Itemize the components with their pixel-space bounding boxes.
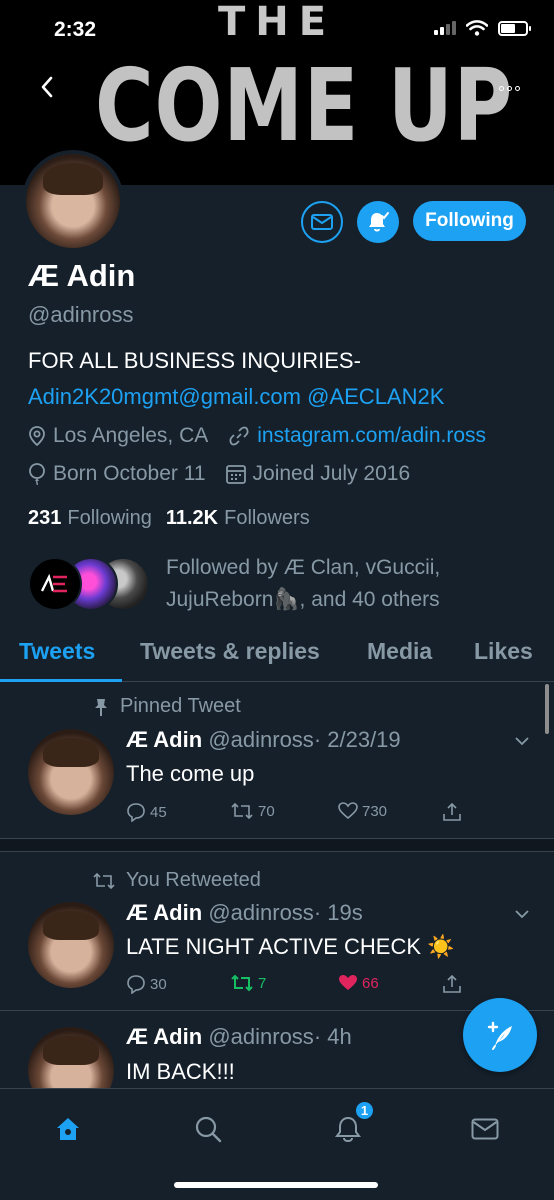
reply-button[interactable]: 45 xyxy=(126,802,167,822)
search-icon xyxy=(195,1116,222,1143)
banner-text-main: COME UP xyxy=(95,47,514,164)
back-arrow-icon xyxy=(41,76,53,98)
tweet-author-handle: @adinross xyxy=(208,1024,314,1049)
link-icon xyxy=(229,426,249,446)
reply-icon xyxy=(127,803,145,822)
share-button[interactable] xyxy=(442,802,462,822)
tweet-time: · 19s xyxy=(313,900,363,925)
cellular-signal-icon xyxy=(434,21,456,35)
message-button[interactable] xyxy=(301,201,343,243)
followed-by-text[interactable]: Followed by Æ Clan, vGuccii, JujuReborn🦍… xyxy=(166,552,536,616)
pin-icon xyxy=(95,698,107,716)
tweet-author-handle: @adinross xyxy=(208,900,314,925)
tweet-text: LATE NIGHT ACTIVE CHECK ☀️ xyxy=(126,934,455,959)
active-tab-indicator xyxy=(0,679,122,682)
tweet-avatar[interactable] xyxy=(28,902,114,988)
messages-icon xyxy=(471,1118,499,1140)
reply-button[interactable]: 30 xyxy=(126,974,167,994)
reply-icon xyxy=(127,975,145,994)
notification-badge: 1 xyxy=(354,1100,375,1121)
profile-location: Los Angeles, CA xyxy=(53,424,209,447)
following-count-link[interactable]: 231 Following xyxy=(28,507,152,530)
tweet-card[interactable]: Pinned Tweet Æ Adin @adinross· 2/23/19 T… xyxy=(0,683,554,838)
tweet-author-name: Æ Adin xyxy=(126,727,203,752)
tweet-avatar[interactable] xyxy=(28,729,114,815)
share-button[interactable] xyxy=(442,974,462,994)
tweet-text: IM BACK!!! xyxy=(126,1059,235,1084)
tweet-avatar[interactable] xyxy=(28,1027,114,1088)
chevron-down-icon[interactable] xyxy=(514,906,530,922)
profile-name: Æ Adin xyxy=(28,258,136,293)
mail-icon xyxy=(311,214,333,230)
tweet-time: · 4h xyxy=(313,1024,352,1049)
like-icon xyxy=(338,802,358,820)
bio-email-link[interactable]: Adin2K20mgmt@gmail.com xyxy=(28,384,301,409)
chevron-down-icon[interactable] xyxy=(514,733,530,749)
retweet-icon xyxy=(93,872,115,889)
home-icon xyxy=(57,1118,79,1140)
profile-meta-row-1: Los Angeles, CA instagram.com/adin.ross xyxy=(28,424,506,448)
tweet-header: Æ Adin @adinross· 19s xyxy=(126,900,363,926)
bio-text: FOR ALL BUSINESS INQUIRIES- xyxy=(28,348,361,373)
status-time: 2:32 xyxy=(54,18,97,41)
tweet-text: The come up xyxy=(126,761,255,786)
profile-handle: @adinross xyxy=(28,302,134,327)
bio-links: Adin2K20mgmt@gmail.com @AECLAN2K xyxy=(28,384,444,410)
tweet-author-name: Æ Adin xyxy=(126,1024,203,1049)
compose-icon xyxy=(487,1021,512,1050)
like-button[interactable]: 66 xyxy=(338,974,379,992)
profile-tabs: Tweets Tweets & replies Media Likes xyxy=(0,630,554,682)
tab-likes[interactable]: Likes xyxy=(474,638,533,665)
tweet-actions: 30 7 66 xyxy=(126,974,476,998)
nav-search[interactable] xyxy=(186,1107,230,1151)
tweet-time: · 2/23/19 xyxy=(313,727,401,752)
ae-clan-logo xyxy=(40,574,67,593)
share-icon xyxy=(443,802,461,821)
tweet-context: You Retweeted xyxy=(92,869,261,892)
tweet-author-name: Æ Adin xyxy=(126,900,203,925)
share-icon xyxy=(443,974,461,993)
tweet-card[interactable]: You Retweeted Æ Adin @adinross· 19s LATE… xyxy=(0,852,554,1010)
profile-website-link[interactable]: instagram.com/adin.ross xyxy=(257,424,486,448)
notifications-toggle-button[interactable] xyxy=(357,201,399,243)
home-indicator[interactable] xyxy=(174,1182,378,1188)
profile-meta-row-2: Born October 11 Joined July 2016 xyxy=(28,462,430,486)
calendar-icon xyxy=(225,465,246,484)
following-button[interactable]: Following xyxy=(413,201,526,241)
status-icons xyxy=(434,20,531,36)
wifi-icon xyxy=(466,20,488,36)
battery-icon xyxy=(498,20,531,36)
tweet-header: Æ Adin @adinross· 4h xyxy=(126,1024,352,1050)
nav-home[interactable] xyxy=(46,1107,90,1151)
retweet-button[interactable]: 70 xyxy=(230,802,275,820)
profile-stats: 231 Following 11.2K Followers xyxy=(28,507,310,530)
retweet-icon xyxy=(231,802,253,820)
followed-by-avatars[interactable] xyxy=(28,557,153,613)
profile-avatar[interactable] xyxy=(22,150,124,252)
nav-messages[interactable] xyxy=(463,1107,507,1151)
like-button[interactable]: 730 xyxy=(338,802,387,820)
more-icon xyxy=(498,85,504,91)
profile-birthday: Born October 11 xyxy=(53,462,206,485)
pinned-separator xyxy=(0,838,554,852)
compose-tweet-button[interactable] xyxy=(463,998,537,1072)
retweet-icon xyxy=(231,974,253,992)
bell-icon xyxy=(369,212,389,232)
tab-tweets[interactable]: Tweets xyxy=(19,638,95,665)
tab-media[interactable]: Media xyxy=(367,638,432,665)
profile-joined: Joined July 2016 xyxy=(252,462,411,485)
like-icon xyxy=(339,975,357,990)
tweet-author-handle: @adinross xyxy=(208,727,314,752)
tab-tweets-replies[interactable]: Tweets & replies xyxy=(140,638,320,665)
more-button[interactable] xyxy=(494,76,524,100)
tweet-actions: 45 70 730 xyxy=(126,802,476,826)
balloon-icon xyxy=(29,463,45,485)
back-button[interactable] xyxy=(32,72,62,102)
tweet-context: Pinned Tweet xyxy=(92,695,241,718)
location-icon xyxy=(29,426,45,447)
retweet-button[interactable]: 7 xyxy=(230,974,266,992)
followers-count-link[interactable]: 11.2K Followers xyxy=(166,507,310,530)
bio-mention-link[interactable]: @AECLAN2K xyxy=(307,384,444,409)
tweet-header: Æ Adin @adinross· 2/23/19 xyxy=(126,727,401,753)
